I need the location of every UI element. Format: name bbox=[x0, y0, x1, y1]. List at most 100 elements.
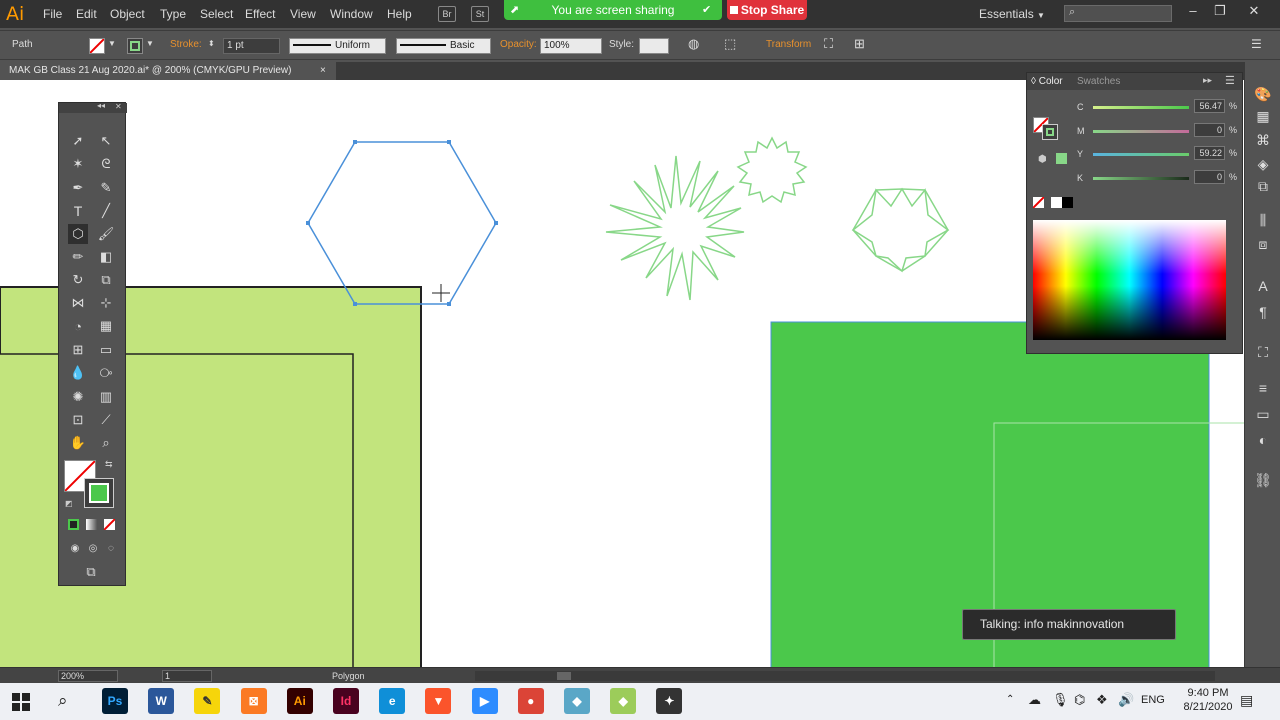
appearance-panel-icon[interactable]: ◐ bbox=[1253, 432, 1273, 452]
graph-tool-icon[interactable]: ▥ bbox=[96, 387, 116, 407]
menu-edit[interactable]: Edit bbox=[76, 7, 97, 21]
swatches-panel-icon[interactable]: ▦ bbox=[1253, 108, 1273, 128]
swap-colors-icon[interactable]: ⇆ bbox=[105, 459, 113, 470]
pencil-tool-icon[interactable]: ✏ bbox=[68, 247, 88, 267]
notifications-icon[interactable]: ▤ bbox=[1240, 692, 1253, 709]
minimize-button[interactable]: – bbox=[1183, 3, 1203, 18]
screen-mode-icon[interactable]: ⧉ bbox=[81, 562, 101, 582]
magenta-value[interactable]: 0 bbox=[1194, 123, 1225, 137]
restore-button[interactable]: ❐ bbox=[1210, 3, 1230, 19]
show-hidden-icons[interactable]: ⌃ bbox=[1006, 694, 1014, 705]
slice-tool-icon[interactable]: ⟋ bbox=[96, 410, 116, 430]
xampp-icon[interactable]: ⊠ bbox=[240, 688, 267, 714]
line-segment-tool-icon[interactable]: ╱ bbox=[96, 201, 116, 221]
artboards-panel-icon[interactable]: ⧉ bbox=[1253, 178, 1273, 198]
fill-dropdown-icon[interactable]: ▼ bbox=[108, 39, 116, 48]
menu-select[interactable]: Select bbox=[200, 7, 233, 21]
indesign-icon[interactable]: Id bbox=[333, 688, 359, 714]
tab-close-icon[interactable]: × bbox=[320, 62, 326, 80]
hexagon-anchor-points[interactable] bbox=[306, 140, 498, 306]
cyan-slider[interactable] bbox=[1093, 106, 1189, 109]
stroke-color-box[interactable] bbox=[84, 478, 114, 508]
curvature-tool-icon[interactable]: ✎ bbox=[96, 178, 116, 198]
brave-icon[interactable]: ▼ bbox=[425, 688, 452, 714]
onedrive-icon[interactable]: ☁ bbox=[1028, 692, 1041, 708]
none-color-swatch[interactable] bbox=[1032, 196, 1045, 209]
volume-icon[interactable]: 🔊 bbox=[1118, 692, 1134, 708]
brushes-panel-icon[interactable]: ⌘ bbox=[1253, 132, 1273, 152]
default-colors-icon[interactable]: ◩ bbox=[65, 499, 73, 508]
opacity-input[interactable]: 100% bbox=[540, 38, 602, 54]
type-tool-icon[interactable]: T bbox=[68, 201, 88, 221]
menu-type[interactable]: Type bbox=[160, 7, 186, 21]
menu-view[interactable]: View bbox=[290, 7, 316, 21]
gradient-panel-icon[interactable]: ▭ bbox=[1253, 406, 1273, 426]
recolor-icon[interactable]: ◍ bbox=[688, 36, 699, 52]
pen-tool-icon[interactable]: ✒ bbox=[68, 178, 88, 198]
collapse-icon[interactable]: ◂◂ bbox=[97, 101, 105, 110]
last-color-swatch[interactable] bbox=[1056, 153, 1067, 164]
symbol-sprayer-tool-icon[interactable]: ✺ bbox=[68, 387, 88, 407]
yellow-slider[interactable] bbox=[1093, 153, 1189, 156]
menu-help[interactable]: Help bbox=[387, 7, 412, 21]
draw-inside-icon[interactable]: ◌ bbox=[101, 538, 121, 558]
app-icon-1[interactable]: ◆ bbox=[564, 688, 590, 714]
arrange-icon[interactable]: ⊞ bbox=[854, 36, 865, 52]
white-swatch[interactable] bbox=[1051, 197, 1062, 208]
transform-panel-icon[interactable]: ⛶ bbox=[1253, 344, 1273, 364]
align-panel-icon[interactable]: ⫼ bbox=[1253, 212, 1273, 232]
artboard-tool-icon[interactable]: ⊡ bbox=[68, 410, 88, 430]
expand-panel-icon[interactable]: ▸▸ bbox=[1203, 75, 1212, 86]
mesh-tool-icon[interactable]: ⊞ bbox=[68, 340, 88, 360]
lasso-tool-icon[interactable]: ᘓ bbox=[96, 154, 116, 174]
inner-rectangle[interactable] bbox=[0, 353, 354, 667]
stroke-panel-icon[interactable]: ≡ bbox=[1253, 380, 1273, 400]
color-spectrum[interactable] bbox=[1033, 220, 1226, 340]
stop-share-button[interactable]: Stop Share bbox=[727, 0, 807, 20]
microphone-icon[interactable]: 🎙 bbox=[1052, 692, 1069, 708]
document-tab[interactable]: MAK GB Class 21 Aug 2020.ai* @ 200% (CMY… bbox=[0, 62, 336, 80]
star-burst-shape[interactable] bbox=[605, 155, 745, 301]
draw-behind-icon[interactable]: ◎ bbox=[83, 538, 103, 558]
black-value[interactable]: 0 bbox=[1194, 170, 1225, 184]
transform-link[interactable]: Transform bbox=[766, 39, 811, 50]
taskbar-search-icon[interactable]: ⌕ bbox=[58, 691, 68, 711]
magenta-slider[interactable] bbox=[1093, 130, 1189, 133]
cyan-value[interactable]: 56.47 bbox=[1194, 99, 1225, 113]
none-mode-icon[interactable] bbox=[103, 518, 116, 531]
close-button[interactable]: ✕ bbox=[1244, 3, 1264, 19]
width-tool-icon[interactable]: ⋈ bbox=[68, 293, 88, 313]
isolate-icon[interactable]: ⛶ bbox=[824, 36, 833, 52]
six-point-star-shape[interactable] bbox=[851, 187, 950, 273]
tools-panel-header[interactable]: ◂◂ ✕ bbox=[59, 101, 127, 113]
tab-swatches[interactable]: Swatches bbox=[1077, 76, 1120, 87]
selection-tool-icon[interactable]: ➚ bbox=[68, 131, 88, 151]
search-input[interactable]: ⌕ bbox=[1064, 5, 1172, 22]
shape-builder-tool-icon[interactable]: ◔ bbox=[68, 316, 88, 336]
eyedropper-tool-icon[interactable]: 💧 bbox=[68, 363, 88, 383]
panel-options-icon[interactable]: ☰ bbox=[1225, 74, 1235, 87]
direct-selection-tool-icon[interactable]: ↖ bbox=[96, 131, 116, 151]
small-star-shape[interactable] bbox=[736, 136, 808, 204]
zoom-level-select[interactable]: 200% bbox=[58, 670, 118, 682]
zoom-tool-icon[interactable]: ⌕ bbox=[96, 433, 116, 453]
language-indicator[interactable]: ENG bbox=[1141, 694, 1165, 706]
perspective-grid-tool-icon[interactable]: ▦ bbox=[96, 316, 116, 336]
edge-icon[interactable]: e bbox=[379, 688, 406, 714]
stock-button[interactable]: St bbox=[471, 6, 489, 22]
panel-stroke-swatch[interactable] bbox=[1042, 124, 1058, 140]
word-icon[interactable]: W bbox=[148, 688, 175, 714]
sticky-notes-icon[interactable]: ✎ bbox=[194, 688, 221, 714]
paintbrush-tool-icon[interactable]: 🖌 bbox=[96, 224, 116, 244]
draw-normal-icon[interactable]: ◉ bbox=[65, 538, 85, 558]
yellow-value[interactable]: 59.22 bbox=[1194, 146, 1225, 160]
paragraph-panel-icon[interactable]: ¶ bbox=[1253, 304, 1273, 324]
stroke-dropdown-icon[interactable]: ▼ bbox=[146, 39, 154, 48]
align-icon[interactable]: ⬚ bbox=[724, 36, 736, 52]
blend-tool-icon[interactable]: ⧂ bbox=[96, 363, 116, 383]
pathfinder-panel-icon[interactable]: ⧈ bbox=[1253, 236, 1273, 256]
gradient-mode-icon[interactable] bbox=[86, 519, 97, 530]
workspace-switcher[interactable]: Essentials ▼ bbox=[979, 7, 1045, 21]
stroke-weight-input[interactable]: 1 pt bbox=[223, 38, 280, 54]
app-icon-3[interactable]: ✦ bbox=[656, 688, 683, 714]
